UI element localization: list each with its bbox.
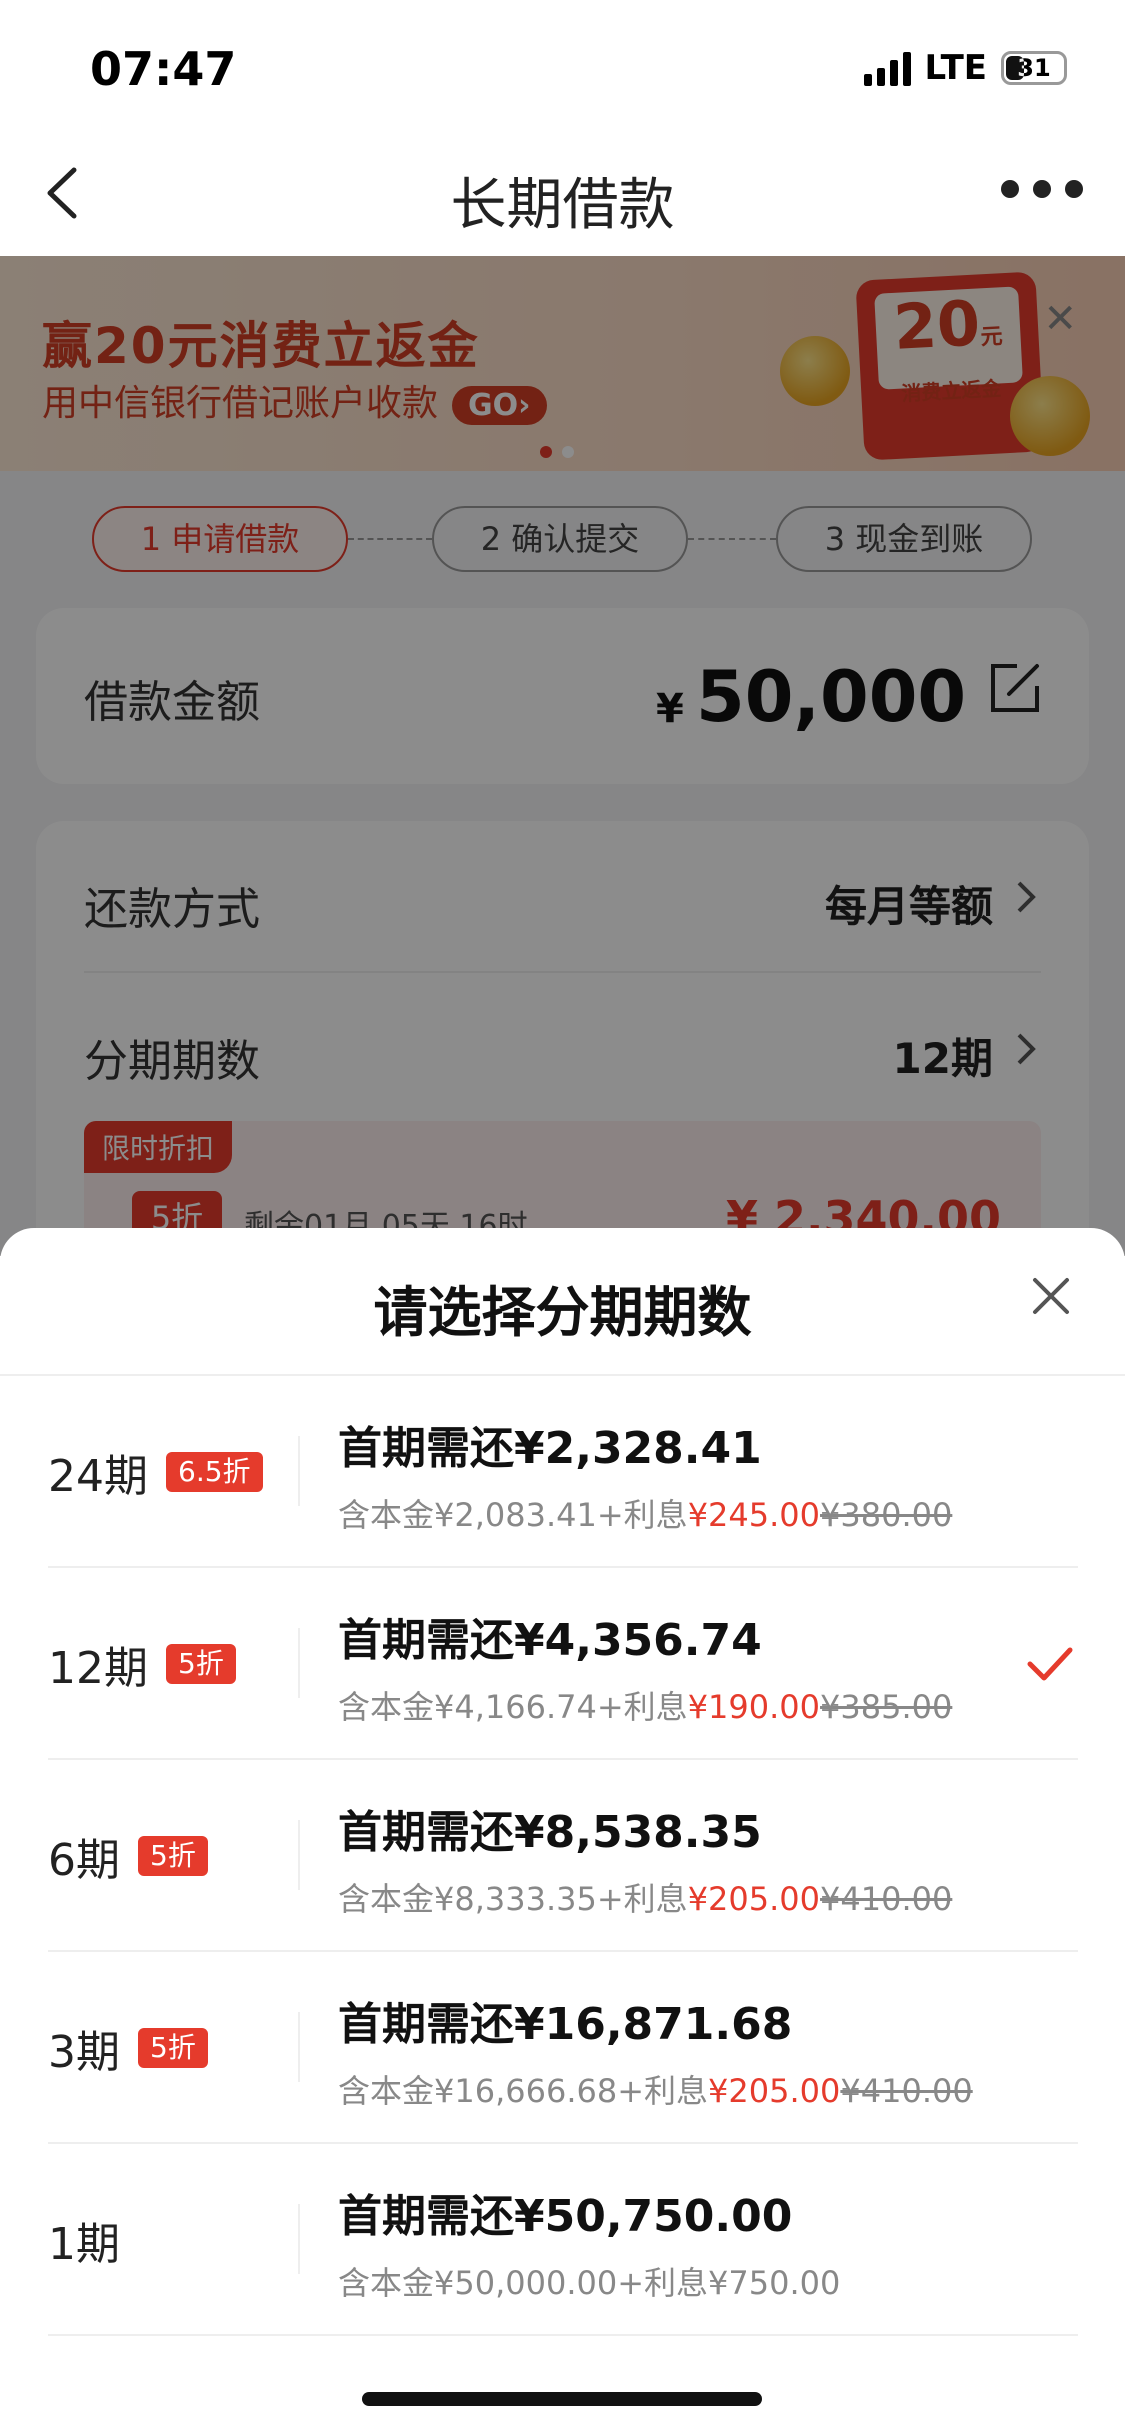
modal-overlay[interactable] — [0, 256, 1125, 1256]
payment-breakdown: 含本金¥8,333.35+利息¥205.00¥410.00 — [338, 1874, 952, 1920]
principal-text: 含本金¥8,333.35+利息 — [338, 1880, 688, 1918]
discount-badge: 6.5折 — [166, 1452, 263, 1492]
payment-breakdown: 含本金¥2,083.41+利息¥245.00¥380.00 — [338, 1490, 952, 1536]
installment-option-12[interactable]: 12期 5折 首期需还¥4,356.74 含本金¥4,166.74+利息¥190.… — [48, 1568, 1078, 1760]
original-interest: ¥380.00 — [820, 1496, 953, 1534]
discount-badge: 5折 — [166, 1644, 236, 1684]
discount-badge: 5折 — [138, 1836, 208, 1876]
installment-option-24[interactable]: 24期 6.5折 首期需还¥2,328.41 含本金¥2,083.41+利息¥24… — [48, 1376, 1078, 1568]
option-term: 24期 — [48, 1451, 148, 1502]
divider — [298, 2012, 300, 2082]
original-interest: ¥410.00 — [820, 1880, 953, 1918]
payment-breakdown: 含本金¥4,166.74+利息¥190.00¥385.00 — [338, 1682, 952, 1728]
page-title: 长期借款 — [450, 173, 675, 238]
first-payment: 首期需还¥50,750.00 — [338, 2191, 793, 2242]
payment-breakdown: 含本金¥50,000.00+利息¥750.00 — [338, 2258, 840, 2304]
battery-icon: 31 — [1001, 51, 1067, 85]
installment-option-1[interactable]: 1期 首期需还¥50,750.00 含本金¥50,000.00+利息¥750.0… — [48, 2144, 1078, 2336]
original-interest: ¥410.00 — [840, 2072, 973, 2110]
first-payment: 首期需还¥4,356.74 — [338, 1615, 762, 1666]
original-interest: ¥385.00 — [820, 1688, 953, 1726]
divider — [298, 2204, 300, 2274]
checkmark-icon — [1027, 1647, 1073, 1681]
option-term: 6期 — [48, 1835, 120, 1886]
nav-bar: 长期借款 — [0, 130, 1125, 256]
installment-option-6[interactable]: 6期 5折 首期需还¥8,538.35 含本金¥8,333.35+利息¥205.0… — [48, 1760, 1078, 1952]
battery-level: 31 — [1017, 54, 1051, 82]
first-payment: 首期需还¥16,871.68 — [338, 1999, 793, 2050]
network-type: LTE — [924, 48, 987, 88]
home-indicator[interactable] — [362, 2392, 762, 2406]
sheet-header: 请选择分期期数 — [0, 1228, 1125, 1376]
installment-picker-sheet: 请选择分期期数 24期 6.5折 首期需还¥2,328.41 含本金¥2,083.… — [0, 1228, 1125, 2435]
first-payment: 首期需还¥2,328.41 — [338, 1423, 762, 1474]
installment-option-3[interactable]: 3期 5折 首期需还¥16,871.68 含本金¥16,666.68+利息¥205… — [48, 1952, 1078, 2144]
status-time: 07:47 — [90, 42, 237, 96]
payment-breakdown: 含本金¥16,666.68+利息¥205.00¥410.00 — [338, 2066, 973, 2112]
discounted-interest: ¥245.00 — [687, 1496, 821, 1534]
principal-text: 含本金¥2,083.41+利息 — [338, 1496, 688, 1534]
option-term: 12期 — [48, 1643, 148, 1694]
principal-text: 含本金¥16,666.68+利息 — [338, 2072, 709, 2110]
principal-text: 含本金¥50,000.00+利息¥750.00 — [338, 2264, 841, 2302]
more-dots-icon[interactable] — [1001, 180, 1083, 198]
discount-badge: 5折 — [138, 2028, 208, 2068]
discounted-interest: ¥205.00 — [687, 1880, 821, 1918]
option-term: 1期 — [48, 2219, 120, 2270]
discounted-interest: ¥205.00 — [708, 2072, 841, 2110]
status-bar: 07:47 LTE 31 — [0, 0, 1125, 130]
divider — [298, 1820, 300, 1890]
divider — [298, 1628, 300, 1698]
option-term: 3期 — [48, 2027, 120, 2078]
signal-icon — [863, 50, 911, 86]
status-icons: LTE 31 — [863, 48, 1067, 88]
discounted-interest: ¥190.00 — [687, 1688, 821, 1726]
close-icon[interactable] — [1029, 1274, 1073, 1318]
sheet-title: 请选择分期期数 — [373, 1281, 752, 1344]
divider — [298, 1436, 300, 1506]
principal-text: 含本金¥4,166.74+利息 — [338, 1688, 688, 1726]
first-payment: 首期需还¥8,538.35 — [338, 1807, 762, 1858]
